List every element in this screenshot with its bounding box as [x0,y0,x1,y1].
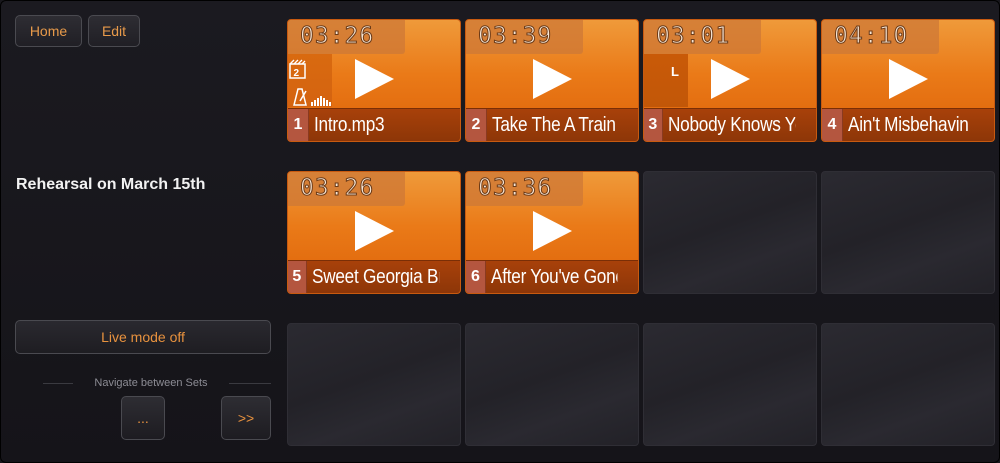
song-title: After You've Gone [490,265,618,288]
navigate-sets-label: Navigate between Sets [94,377,208,389]
divider [43,383,73,384]
play-icon[interactable] [886,57,930,101]
song-duration: 03:01 [655,23,731,50]
song-number: 4 [822,109,843,141]
empty-song-slot[interactable] [643,323,817,446]
song-number: 6 [466,261,486,293]
empty-song-slot[interactable] [465,323,639,446]
svg-text:2: 2 [294,68,300,79]
song-tile[interactable]: 03:26 2 1 Intro.mp3 [287,19,461,142]
song-tile[interactable]: 04:10 4 Ain't Misbehavin [821,19,995,142]
song-title: Nobody Knows You [667,113,796,136]
metronome-icon [293,88,307,106]
song-tile[interactable]: 03:01 L 3 Nobody Knows You [643,19,817,142]
app-window: Home Edit Rehearsal on March 15th Live m… [0,0,1000,463]
song-title: Take The A Train [492,113,616,136]
home-button[interactable]: Home [15,15,82,47]
divider [229,383,271,384]
edit-button[interactable]: Edit [88,15,140,47]
song-label-bar: 3 Nobody Knows You [644,108,816,141]
song-options-strip [644,54,688,107]
empty-song-slot[interactable] [643,171,817,294]
song-label-bar: 6 After You've Gone [466,260,638,293]
song-title: Intro.mp3 [314,113,385,136]
song-label-bar: 2 Take The A Train [466,108,638,141]
song-number: 3 [644,109,663,141]
song-tile[interactable]: 03:36 6 After You've Gone [465,171,639,294]
song-number: 2 [466,109,487,141]
song-label-bar: 1 Intro.mp3 [288,108,460,141]
song-number: 5 [288,261,307,293]
set-two-icon: 2 [289,59,306,79]
set-title: Rehearsal on March 15th [16,176,206,193]
next-set-button[interactable]: >> [221,396,271,440]
play-icon[interactable] [530,57,574,101]
song-duration: 03:26 [299,175,375,202]
song-label-bar: 5 Sweet Georgia Bro. [288,260,460,293]
song-tile[interactable]: 03:39 2 Take The A Train [465,19,639,142]
song-label-bar: 4 Ain't Misbehavin [822,108,994,141]
song-number: 1 [288,109,309,141]
song-title: Sweet Georgia Bro. [311,265,440,288]
live-mode-button[interactable]: Live mode off [15,320,271,354]
play-icon[interactable] [352,209,396,253]
previous-set-button[interactable]: ... [121,396,165,440]
play-icon[interactable] [352,57,396,101]
song-duration: 03:39 [477,23,553,50]
song-tile[interactable]: 03:26 5 Sweet Georgia Bro. [287,171,461,294]
song-duration: 03:36 [477,175,553,202]
play-icon[interactable] [530,209,574,253]
song-duration: 03:26 [299,23,375,50]
loop-marker: L [671,64,679,79]
song-duration: 04:10 [833,23,909,50]
empty-song-slot[interactable] [821,323,995,446]
volume-level-icon [311,96,331,106]
empty-song-slot[interactable] [821,171,995,294]
song-title: Ain't Misbehavin [848,113,969,136]
empty-song-slot[interactable] [287,323,461,446]
play-icon[interactable] [708,57,752,101]
